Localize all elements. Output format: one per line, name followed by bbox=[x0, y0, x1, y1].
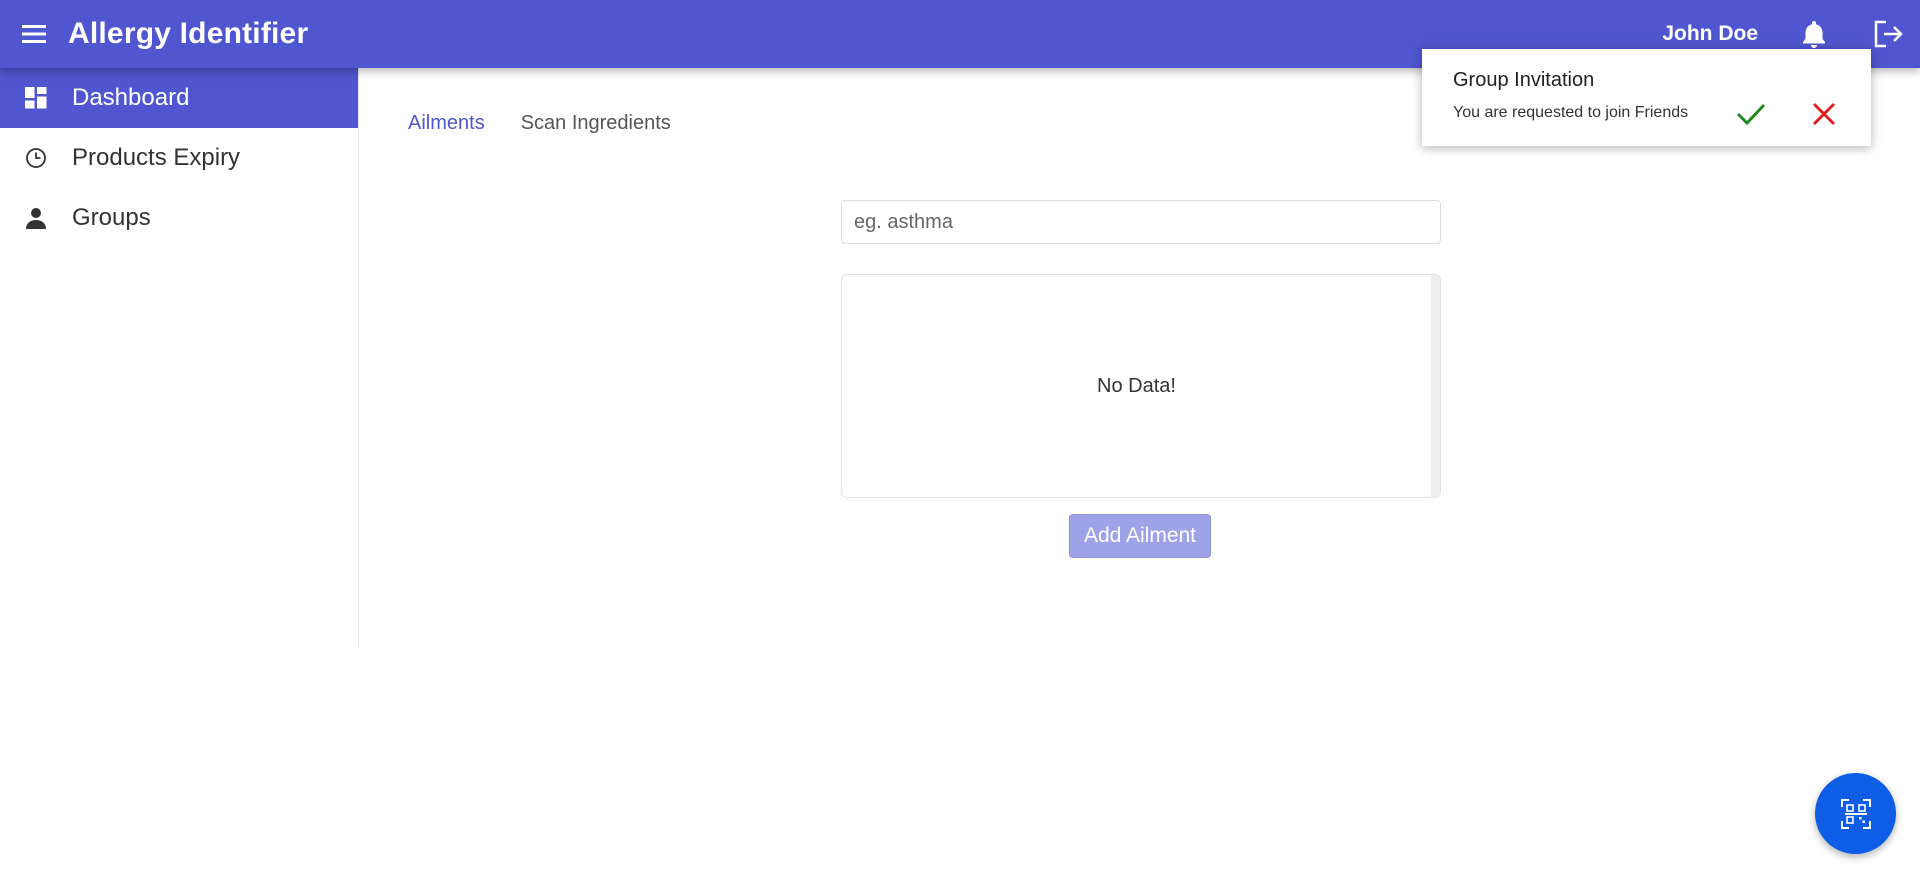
app-title: Allergy Identifier bbox=[68, 17, 309, 50]
sidebar: Dashboard Products Expiry Groups bbox=[0, 68, 359, 647]
logout-icon bbox=[1874, 20, 1903, 48]
ailment-search-input[interactable] bbox=[841, 200, 1441, 244]
hamburger-icon bbox=[22, 25, 46, 43]
clock-icon bbox=[0, 147, 72, 169]
qr-scan-fab[interactable] bbox=[1815, 773, 1896, 854]
sidebar-item-dashboard[interactable]: Dashboard bbox=[0, 68, 358, 128]
sidebar-item-label: Groups bbox=[72, 204, 151, 231]
toast-title: Group Invitation bbox=[1453, 69, 1595, 91]
empty-state-text: No Data! bbox=[1097, 374, 1176, 397]
person-icon bbox=[0, 207, 72, 229]
notifications-button[interactable] bbox=[1796, 16, 1832, 52]
sidebar-item-products-expiry[interactable]: Products Expiry bbox=[0, 128, 358, 188]
sidebar-item-label: Dashboard bbox=[72, 84, 190, 111]
user-name[interactable]: John Doe bbox=[1662, 22, 1758, 46]
menu-button[interactable] bbox=[0, 0, 68, 68]
add-ailment-button[interactable]: Add Ailment bbox=[1069, 514, 1211, 558]
list-scrollbar[interactable] bbox=[1431, 275, 1440, 497]
toast-message: You are requested to join Friends bbox=[1453, 104, 1689, 121]
ailments-list: No Data! bbox=[841, 274, 1441, 498]
accept-invitation-button[interactable] bbox=[1734, 97, 1768, 131]
decline-invitation-button[interactable] bbox=[1807, 97, 1841, 131]
tab-scan-ingredients[interactable]: Scan Ingredients bbox=[521, 112, 671, 135]
dashboard-icon bbox=[0, 87, 72, 109]
close-icon bbox=[1812, 102, 1836, 126]
group-invitation-toast: Group Invitation You are requested to jo… bbox=[1422, 49, 1871, 146]
sidebar-item-groups[interactable]: Groups bbox=[0, 188, 358, 248]
tab-ailments[interactable]: Ailments bbox=[408, 112, 485, 135]
tab-bar: Ailments Scan Ingredients bbox=[408, 112, 671, 135]
qr-scan-icon bbox=[1840, 798, 1871, 829]
logout-button[interactable] bbox=[1870, 16, 1906, 52]
sidebar-item-label: Products Expiry bbox=[72, 144, 241, 171]
main-content: Ailments Scan Ingredients No Data! Add A… bbox=[360, 68, 1920, 877]
bell-icon bbox=[1803, 21, 1825, 48]
check-icon bbox=[1736, 103, 1766, 126]
